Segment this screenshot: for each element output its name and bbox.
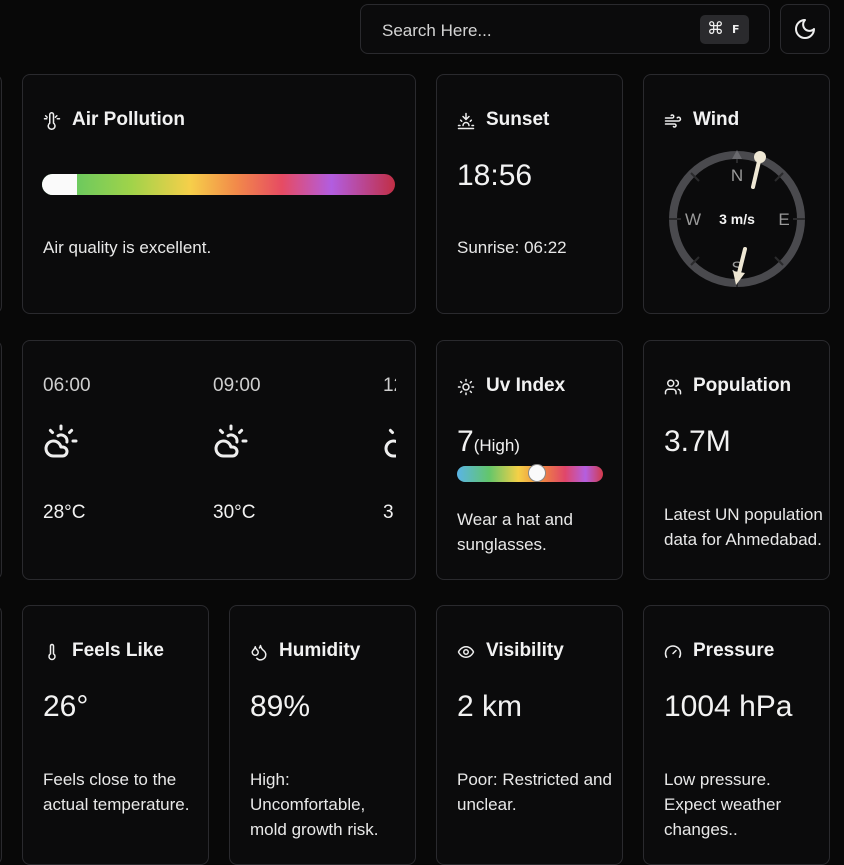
sunset-title: Sunset — [486, 109, 550, 130]
uv-scale — [457, 464, 603, 482]
visibility-card: Visibility 2 km Poor: Restricted and unc… — [436, 605, 623, 865]
uv-index-card: Uv Index 7(High) Wear a hat and sunglass… — [436, 340, 623, 580]
visibility-value: 2 km — [457, 690, 523, 723]
theme-toggle-button[interactable] — [780, 4, 830, 54]
thermometer-icon — [48, 643, 56, 661]
pressure-value: 1004 hPa — [664, 690, 793, 723]
humidity-description: High: Uncomfortable, mold growth risk. — [250, 770, 379, 839]
forecast-temp: 28°C — [43, 502, 86, 523]
population-title: Population — [693, 375, 792, 396]
uv-index-level: (High) — [473, 436, 520, 455]
forecast-temp: 30°C — [213, 502, 256, 523]
population-value: 3.7M — [664, 425, 731, 458]
compass-east: E — [778, 210, 789, 229]
forecast-list: 06:00 28°C 09:00 30°C 12:00 3 — [43, 341, 396, 579]
gauge-icon — [664, 645, 682, 658]
search-shortcut-badge: ⌘ F — [700, 15, 749, 44]
sun-icon — [457, 378, 475, 396]
wind-title: Wind — [693, 109, 740, 130]
wind-icon — [664, 114, 682, 128]
search-box[interactable]: ⌘ F — [360, 4, 770, 54]
search-input[interactable] — [380, 18, 684, 44]
feels-like-title: Feels Like — [72, 640, 164, 661]
air-pollution-title: Air Pollution — [72, 109, 185, 130]
feels-like-card: Feels Like 26° Feels close to the actual… — [22, 605, 209, 865]
pressure-description: Low pressure. Expect weather changes.. — [664, 770, 782, 839]
air-quality-level — [42, 174, 78, 195]
partly-cloudy-icon — [43, 423, 79, 459]
sunset-card: Sunset 18:56 Sunrise: 06:22 — [436, 74, 623, 314]
sunrise-time: Sunrise: 06:22 — [457, 238, 567, 257]
left-card-edge-bottom — [0, 605, 2, 865]
feels-like-value: 26° — [43, 690, 89, 723]
hourly-forecast-card: 06:00 28°C 09:00 30°C 12:00 3 — [22, 340, 416, 580]
humidity-title: Humidity — [279, 640, 361, 661]
humidity-card: Humidity 89% High: Uncomfortable, mold g… — [229, 605, 416, 865]
partly-cloudy-icon — [383, 423, 396, 459]
left-card-edge-middle — [0, 340, 2, 580]
compass-west: W — [685, 210, 701, 229]
uv-index-value-row: 7(High) — [457, 425, 520, 459]
visibility-description: Poor: Restricted and unclear. — [457, 770, 612, 814]
forecast-time: 06:00 — [43, 375, 91, 396]
sunset-icon — [457, 112, 475, 130]
uv-index-value: 7 — [457, 425, 474, 458]
population-card: Population 3.7M Latest UN population dat… — [643, 340, 830, 580]
forecast-temp: 3 — [383, 502, 394, 523]
compass-north: N — [731, 166, 743, 185]
pressure-card: Pressure 1004 hPa Low pressure. Expect w… — [643, 605, 830, 865]
air-pollution-description: Air quality is excellent. — [43, 238, 212, 257]
wind-compass: N S W E 3 m/s — [669, 150, 805, 287]
humidity-value: 89% — [250, 690, 311, 723]
users-icon — [664, 379, 682, 395]
moon-icon — [795, 19, 815, 39]
shortcut-key: F — [732, 23, 740, 36]
visibility-title: Visibility — [486, 640, 564, 661]
feels-like-description: Feels close to the actual temperature. — [43, 770, 190, 814]
wind-speed: 3 m/s — [719, 211, 755, 227]
uv-index-description: Wear a hat and sunglasses. — [457, 510, 573, 554]
uv-index-title: Uv Index — [486, 375, 566, 396]
wind-card: Wind N S W E 3 m/s — [643, 74, 830, 314]
population-description: Latest UN population data for Ahmedabad. — [664, 505, 823, 549]
air-quality-scale — [42, 174, 395, 195]
command-key: ⌘ — [707, 19, 724, 39]
uv-scale-marker — [528, 464, 547, 482]
partly-cloudy-icon — [213, 423, 249, 459]
forecast-time: 09:00 — [213, 375, 261, 396]
pressure-title: Pressure — [693, 640, 775, 661]
air-pollution-icon — [43, 112, 61, 130]
left-card-edge-top — [0, 74, 2, 314]
eye-icon — [457, 646, 475, 658]
forecast-time: 12:00 — [383, 375, 396, 396]
sunset-time: 18:56 — [457, 159, 533, 192]
droplets-icon — [251, 644, 267, 661]
